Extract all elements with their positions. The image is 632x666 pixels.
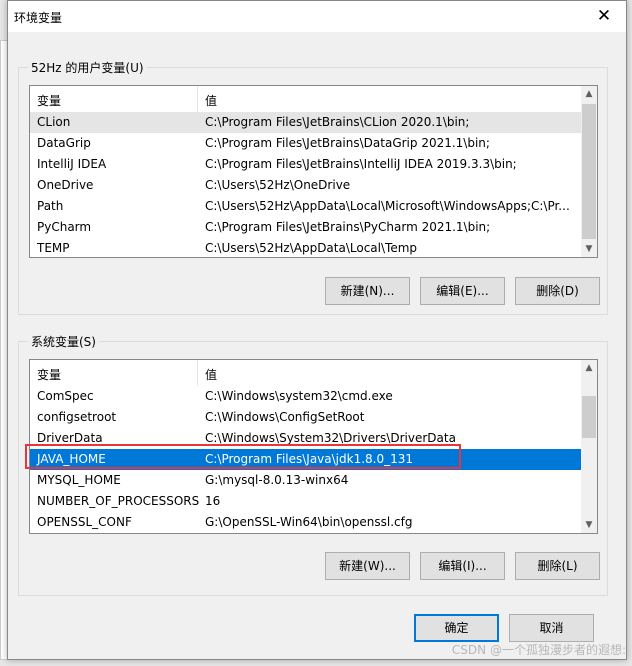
table-row[interactable]: OPENSSL_CONF G:\OpenSSL-Win64\bin\openssl… (30, 512, 581, 533)
user-delete-button[interactable]: 删除(D) (515, 277, 600, 305)
environment-variables-dialog: 环境变量 ✕ 52Hz 的用户变量(U) 变量 值 CLion C:\Progra… (7, 0, 627, 660)
variable-name: PyCharm (37, 220, 92, 234)
column-header-value[interactable]: 值 (205, 366, 217, 383)
close-icon[interactable]: ✕ (582, 1, 626, 32)
cancel-button[interactable]: 取消 (509, 614, 594, 642)
scroll-thumb[interactable] (582, 104, 596, 239)
watermark: CSDN @一个孤独漫步者的遐想: (451, 643, 626, 657)
variable-name: IntelliJ IDEA (37, 157, 107, 171)
column-header-variable[interactable]: 变量 (37, 92, 61, 109)
table-row[interactable]: PyCharm C:\Program Files\JetBrains\PyChar… (30, 217, 581, 238)
user-edit-button[interactable]: 编辑(E)... (420, 277, 505, 305)
variable-name: OPENSSL_CONF (37, 515, 132, 529)
table-row[interactable]: NUMBER_OF_PROCESSORS 16 (30, 491, 581, 512)
ok-button[interactable]: 确定 (414, 614, 499, 642)
highlight-annotation-box (25, 444, 461, 469)
variable-name: configsetroot (37, 410, 117, 424)
table-row[interactable]: CLion C:\Program Files\JetBrains\CLion 20… (30, 112, 581, 133)
table-row[interactable]: IntelliJ IDEA C:\Program Files\JetBrains\… (30, 154, 581, 175)
user-variables-label: 52Hz 的用户变量(U) (28, 59, 147, 76)
variable-value: 16 (205, 494, 221, 508)
variable-name: NUMBER_OF_PROCESSORS (37, 494, 200, 508)
scrollbar[interactable]: ▲ ▼ (581, 86, 597, 257)
variable-name: ComSpec (37, 389, 94, 403)
table-row[interactable]: MYSQL_HOME G:\mysql-8.0.13-winx64 (30, 470, 581, 491)
list-header: 变量 值 (30, 360, 581, 386)
scroll-down-icon[interactable]: ▼ (581, 241, 597, 257)
variable-name: Path (37, 199, 64, 213)
title-bar: 环境变量 ✕ (8, 1, 626, 32)
variable-value: C:\Users\52Hz\OneDrive (205, 178, 351, 192)
variable-value: C:\Windows\system32\cmd.exe (205, 389, 393, 403)
variable-value: C:\Program Files\JetBrains\CLion 2020.1\… (205, 115, 470, 129)
variable-name: TEMP (37, 241, 70, 255)
system-delete-button[interactable]: 删除(L) (515, 552, 600, 580)
user-variables-list[interactable]: 变量 值 CLion C:\Program Files\JetBrains\CLi… (29, 85, 598, 258)
system-edit-button[interactable]: 编辑(I)... (420, 552, 505, 580)
variable-value: C:\Program Files\JetBrains\DataGrip 2021… (205, 136, 490, 150)
variable-value: G:\mysql-8.0.13-winx64 (205, 473, 349, 487)
list-header: 变量 值 (30, 86, 581, 112)
variable-name: OneDrive (37, 178, 94, 192)
system-variables-label: 系统变量(S) (28, 333, 99, 350)
table-row[interactable]: configsetroot C:\Windows\ConfigSetRoot (30, 407, 581, 428)
window-title: 环境变量 (14, 11, 63, 25)
table-row[interactable]: DataGrip C:\Program Files\JetBrains\DataG… (30, 133, 581, 154)
scroll-up-icon[interactable]: ▲ (581, 86, 597, 102)
variable-name: MYSQL_HOME (37, 473, 121, 487)
variable-value: C:\Program Files\JetBrains\PyCharm 2021.… (205, 220, 491, 234)
variable-value: G:\OpenSSL-Win64\bin\openssl.cfg (205, 515, 413, 529)
variable-value: C:\Program Files\JetBrains\IntelliJ IDEA… (205, 157, 517, 171)
user-new-button[interactable]: 新建(N)... (325, 277, 410, 305)
scroll-thumb[interactable] (582, 396, 596, 438)
scrollbar[interactable]: ▲ ▼ (581, 360, 597, 533)
variable-name: CLion (37, 115, 71, 129)
table-row[interactable]: TEMP C:\Users\52Hz\AppData\Local\Temp (30, 238, 581, 257)
table-row[interactable]: ComSpec C:\Windows\system32\cmd.exe (30, 386, 581, 407)
variable-value: C:\Users\52Hz\AppData\Local\Microsoft\Wi… (205, 199, 570, 213)
variable-value: C:\Users\52Hz\AppData\Local\Temp (205, 241, 418, 255)
column-header-variable[interactable]: 变量 (37, 366, 61, 383)
variable-name: DataGrip (37, 136, 91, 150)
column-header-value[interactable]: 值 (205, 92, 217, 109)
scroll-down-icon[interactable]: ▼ (581, 517, 597, 533)
table-row[interactable]: Path C:\Users\52Hz\AppData\Local\Microsof… (30, 196, 581, 217)
variable-value: C:\Windows\ConfigSetRoot (205, 410, 365, 424)
system-new-button[interactable]: 新建(W)... (325, 552, 410, 580)
table-row[interactable]: OneDrive C:\Users\52Hz\OneDrive (30, 175, 581, 196)
scroll-up-icon[interactable]: ▲ (581, 360, 597, 376)
